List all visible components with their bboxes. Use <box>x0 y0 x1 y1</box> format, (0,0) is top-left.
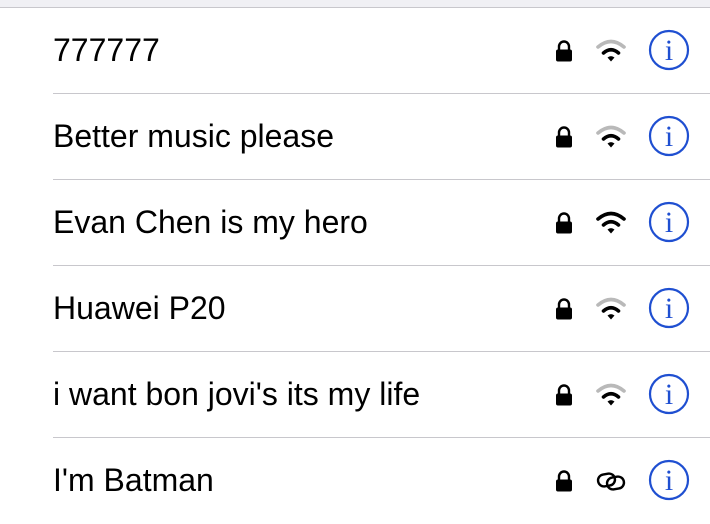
lock-icon <box>555 470 573 492</box>
info-button[interactable]: i <box>648 459 690 501</box>
network-name: I'm Batman <box>53 462 214 498</box>
network-name: Better music please <box>53 118 335 154</box>
wifi-network-row[interactable]: Huawei P20 i <box>0 266 710 352</box>
lock-icon <box>555 40 573 62</box>
info-button[interactable]: i <box>648 29 690 71</box>
svg-text:i: i <box>665 206 673 239</box>
wifi-2-bars-icon <box>595 382 627 408</box>
wifi-network-list: 777777 i Better music please i Evan Chen… <box>0 8 710 524</box>
lock-icon <box>555 384 573 406</box>
network-name: 777777 <box>53 32 160 68</box>
info-button[interactable]: i <box>648 287 690 329</box>
info-button[interactable]: i <box>648 115 690 157</box>
wifi-network-row[interactable]: Better music please i <box>0 94 710 180</box>
personal-hotspot-link-icon <box>595 468 627 494</box>
lock-icon <box>555 212 573 234</box>
wifi-2-bars-icon <box>595 296 627 322</box>
lock-icon <box>555 298 573 320</box>
svg-text:i: i <box>665 34 673 67</box>
wifi-2-bars-icon <box>595 124 627 150</box>
wifi-network-row[interactable]: i want bon jovi's its my life i <box>0 352 710 438</box>
wifi-network-row[interactable]: 777777 i <box>0 8 710 94</box>
wifi-network-row[interactable]: I'm Batman i <box>0 438 710 524</box>
svg-text:i: i <box>665 120 673 153</box>
info-button[interactable]: i <box>648 373 690 415</box>
info-button[interactable]: i <box>648 201 690 243</box>
wifi-2-bars-icon <box>595 38 627 64</box>
network-name: Evan Chen is my hero <box>53 204 368 240</box>
network-name: Huawei P20 <box>53 290 226 326</box>
wifi-network-row[interactable]: Evan Chen is my hero i <box>0 180 710 266</box>
svg-text:i: i <box>665 464 673 497</box>
network-name: i want bon jovi's its my life <box>53 376 421 412</box>
list-top-separator <box>0 0 710 8</box>
wifi-3-bars-icon <box>595 210 627 236</box>
svg-text:i: i <box>665 292 673 325</box>
svg-text:i: i <box>665 378 673 411</box>
lock-icon <box>555 126 573 148</box>
